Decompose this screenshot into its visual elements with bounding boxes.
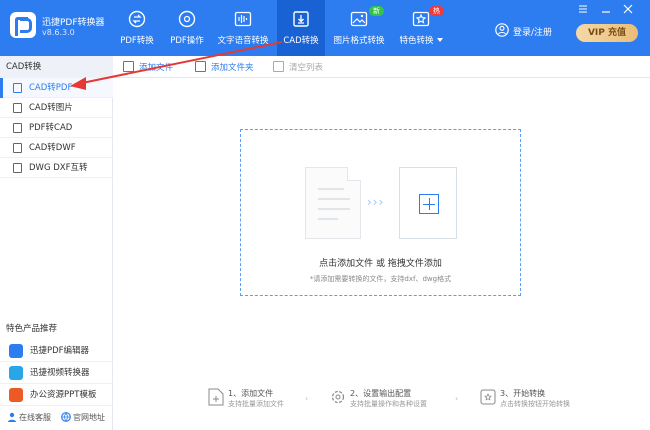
chevron-right-icon: ›: [305, 394, 309, 403]
step-sub: 点击转换按钮开始转换: [500, 400, 570, 408]
nav-label: CAD转换: [283, 36, 319, 46]
step-sub: 支持批量添加文件: [228, 400, 284, 408]
featured-pdf-editor[interactable]: 迅捷PDF编辑器: [0, 340, 113, 362]
step-title: 3、开始转换: [500, 389, 546, 398]
featured-label: 迅捷视频转换器: [30, 368, 90, 378]
close-icon[interactable]: [623, 4, 633, 14]
sidebar-item-label: CAD转图片: [29, 103, 73, 113]
nav-pdf-convert[interactable]: PDF转换: [112, 0, 162, 56]
minimize-icon[interactable]: [601, 4, 611, 14]
file-icon: [13, 83, 22, 93]
sidebar-item-label: CAD转PDF: [29, 83, 73, 93]
add-file-icon: [123, 61, 134, 72]
nav-label: PDF操作: [170, 36, 204, 46]
chevrons-right-icon: ›››: [367, 195, 385, 209]
step-title: 2、设置输出配置: [350, 389, 412, 398]
login-register-button[interactable]: 登录/注册: [495, 22, 559, 40]
vip-recharge-button[interactable]: VIP 充值: [576, 24, 638, 42]
pdf-editor-icon: [9, 344, 23, 358]
nav-label: PDF转换: [120, 36, 154, 46]
add-document-icon: [208, 388, 224, 406]
file-icon: [13, 123, 22, 133]
step-title: 1、添加文件: [228, 389, 274, 398]
sidebar-item-dwg-dxf[interactable]: DWG DXF互转: [0, 158, 113, 178]
star-icon: [412, 11, 430, 27]
audio-wave-icon: [234, 11, 252, 27]
step-sub: 支持批量操作和各种设置: [350, 400, 427, 408]
bottom-links: 在线客服 官网地址: [0, 408, 113, 428]
new-badge: 新: [369, 6, 384, 16]
support-icon: [8, 412, 16, 422]
website-link[interactable]: 官网地址: [73, 412, 105, 423]
featured-title: 特色产品推荐: [6, 324, 58, 334]
drop-zone-text: 点击添加文件 或 拖拽文件添加: [319, 259, 442, 269]
clear-list-button[interactable]: 清空列表: [273, 61, 323, 73]
add-file-label: 添加文件: [139, 63, 174, 73]
menu-icon[interactable]: [578, 4, 588, 14]
nav-pdf-operation[interactable]: PDF操作: [162, 0, 212, 56]
pdf-convert-icon: [128, 10, 146, 28]
add-file-button[interactable]: 添加文件: [123, 61, 173, 73]
nav-label: 文字语音转换: [217, 36, 269, 46]
add-folder-button[interactable]: 添加文件夹: [195, 61, 254, 73]
nav-image-format[interactable]: 图片格式转换 新: [330, 0, 388, 56]
app-logo: [10, 12, 36, 38]
chevron-right-icon: ›: [455, 394, 459, 403]
hot-badge: 热: [429, 6, 444, 16]
file-icon: [13, 163, 22, 173]
sidebar-item-cad-to-image[interactable]: CAD转图片: [0, 98, 113, 118]
app-version: v8.6.3.0: [42, 28, 75, 37]
sidebar-item-label: PDF转CAD: [29, 123, 73, 133]
add-folder-icon: [195, 61, 206, 72]
nav-label-text: 特色转换: [399, 36, 434, 46]
nav-label: 特色转换: [392, 34, 450, 46]
sidebar-header: CAD转换: [0, 56, 113, 78]
chevron-down-icon: [436, 38, 443, 42]
nav-cad-convert[interactable]: CAD转换: [277, 0, 325, 56]
image-icon: [350, 11, 368, 27]
pdf-operation-icon: [178, 10, 196, 28]
sidebar-item-cad-to-dwf[interactable]: CAD转DWF: [0, 138, 113, 158]
featured-ppt-templates[interactable]: 办公资源PPT模板: [0, 384, 113, 406]
add-folder-label: 添加文件夹: [211, 63, 254, 73]
ppt-template-icon: [9, 388, 23, 402]
drop-zone-hint: *请添加需要转换的文件，支持dxf、dwg格式: [309, 275, 452, 283]
login-label: 登录/注册: [513, 28, 553, 38]
nav-label: 图片格式转换: [333, 36, 385, 46]
cad-download-icon: [293, 11, 309, 27]
app-name: 迅捷PDF转换器: [42, 18, 105, 28]
featured-video-converter[interactable]: 迅捷视频转换器: [0, 362, 113, 384]
toolbar: 添加文件 添加文件夹 清空列表: [113, 56, 650, 78]
trash-icon: [273, 61, 284, 72]
title-bar: 迅捷PDF转换器 v8.6.3.0 PDF转换 PDF操作 文字语音转换 CAD…: [0, 0, 650, 56]
nav-text-speech[interactable]: 文字语音转换: [212, 0, 274, 56]
sidebar-item-cad-to-pdf[interactable]: CAD转PDF: [0, 78, 113, 98]
image-file-icon: [13, 103, 22, 113]
featured-label: 迅捷PDF编辑器: [30, 346, 90, 356]
nav-special-convert[interactable]: 特色转换 热: [392, 0, 450, 56]
video-converter-icon: [9, 366, 23, 380]
sidebar-item-label: CAD转DWF: [29, 143, 76, 153]
gear-icon: [331, 390, 345, 404]
sidebar: CAD转换 CAD转PDF CAD转图片 PDF转CAD CAD转DWF DWG…: [0, 56, 113, 430]
sidebar-item-pdf-to-cad[interactable]: PDF转CAD: [0, 118, 113, 138]
convert-icon: [480, 389, 496, 405]
plus-icon: [419, 194, 439, 214]
user-icon: [495, 23, 509, 37]
file-icon: [13, 143, 22, 153]
sidebar-item-label: DWG DXF互转: [29, 163, 88, 173]
clear-list-label: 清空列表: [289, 63, 324, 73]
add-file-box[interactable]: [399, 167, 457, 239]
document-icon: [305, 167, 361, 239]
file-drop-zone[interactable]: ››› 点击添加文件 或 拖拽文件添加 *请添加需要转换的文件，支持dxf、dw…: [240, 129, 521, 296]
featured-label: 办公资源PPT模板: [30, 390, 97, 400]
online-support-link[interactable]: 在线客服: [19, 412, 51, 423]
globe-icon: [61, 412, 71, 422]
